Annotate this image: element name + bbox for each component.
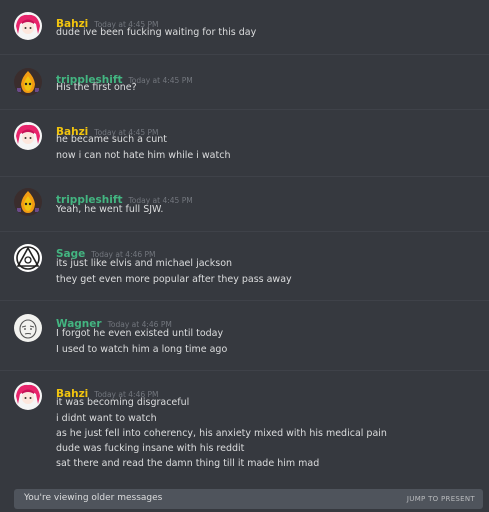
message-text: its just like elvis and michael jackson: [56, 258, 233, 269]
red-hair-avatar-icon[interactable]: [14, 382, 42, 410]
sketch-face-avatar-icon[interactable]: [14, 314, 42, 342]
message-text: sat there and read the damn thing till i…: [56, 458, 320, 469]
message-text: now i can not hate him while i watch: [56, 150, 231, 161]
message-divider: [0, 176, 489, 177]
message-text: as he just fell into coherency, his anxi…: [56, 428, 387, 439]
message-divider: [0, 109, 489, 110]
message-text: I used to watch him a long time ago: [56, 344, 228, 355]
message-divider: [0, 54, 489, 55]
triangle-symbol-avatar-icon[interactable]: [14, 244, 42, 272]
jump-to-present-button[interactable]: JUMP TO PRESENT: [407, 495, 475, 503]
message-divider: [0, 300, 489, 301]
message-text: I forgot he even existed until today: [56, 328, 224, 339]
message-text: he became such a cunt: [56, 134, 167, 145]
message-divider: [0, 370, 489, 371]
message-text: dude ive been fucking waiting for this d…: [56, 27, 257, 38]
chat-messages: Bahzi Today at 4:45 PM dude ive been fuck…: [0, 0, 489, 512]
message-divider: [0, 231, 489, 232]
flame-character-avatar-icon[interactable]: [14, 68, 42, 96]
message-text: dude was fucking insane with his reddit: [56, 443, 245, 454]
message-text: Yeah, he went full SJW.: [56, 204, 164, 215]
flame-character-avatar-icon[interactable]: [14, 188, 42, 216]
timestamp: Today at 4:45 PM: [128, 76, 193, 85]
message-text: His the first one?: [56, 82, 137, 93]
red-hair-avatar-icon[interactable]: [14, 12, 42, 40]
message-text: it was becoming disgraceful: [56, 397, 190, 408]
message-text: i didnt want to watch: [56, 413, 157, 424]
red-hair-avatar-icon[interactable]: [14, 122, 42, 150]
older-messages-text: You're viewing older messages: [24, 493, 163, 503]
older-messages-bar[interactable]: You're viewing older messages JUMP TO PR…: [14, 489, 483, 509]
message-text: they get even more popular after they pa…: [56, 274, 292, 285]
